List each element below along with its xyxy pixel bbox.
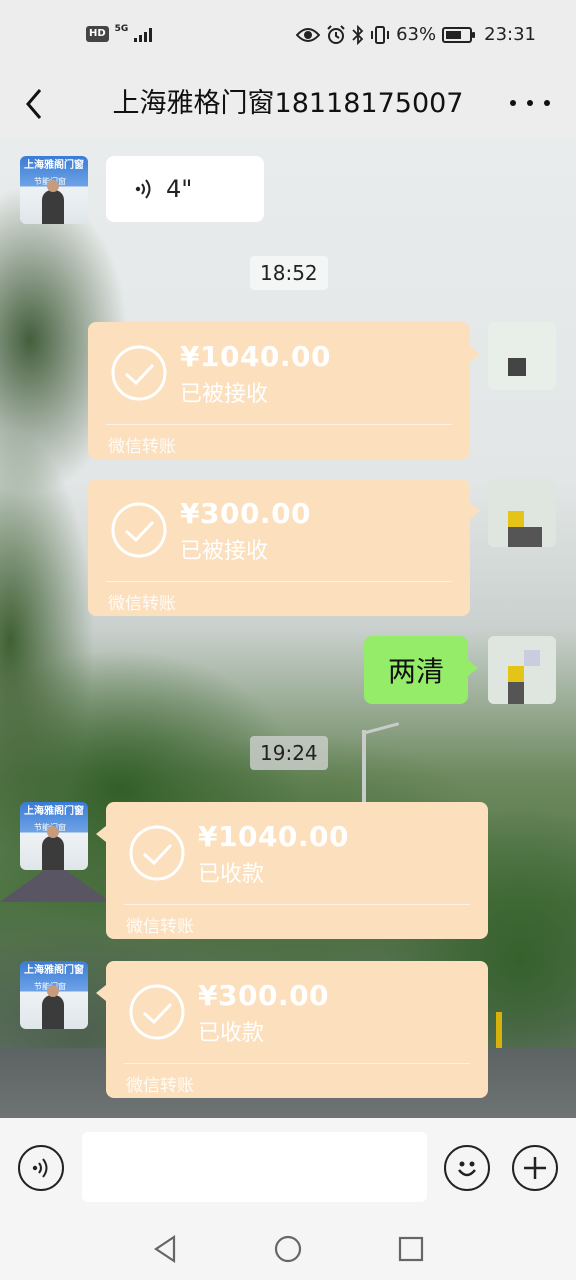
plus-icon [524,1157,546,1179]
eye-icon [296,27,321,42]
alarm-icon [327,24,345,44]
plus-button[interactable] [512,1145,558,1191]
network-type: 5G [114,23,129,34]
transfer-status: 已被接收 [180,539,269,564]
transfer-footer: 微信转账 [126,917,194,937]
my-avatar[interactable] [488,479,556,547]
transfer-status: 已被接收 [180,382,269,407]
transfer-message[interactable]: ¥300.00 已收款 微信转账 [96,961,488,1098]
battery-fill [446,30,461,39]
transfer-footer: 微信转账 [108,594,176,614]
status-time: 23:31 [484,24,536,45]
transfer-status: 已收款 [198,1021,265,1046]
transfer-amount: ¥1040.00 [180,340,332,373]
divider [124,904,470,905]
avatar-pixel [508,358,526,376]
nav-home-icon[interactable] [273,1234,303,1264]
input-bar [0,1118,576,1218]
avatar-pixel [508,666,524,682]
emoji-button[interactable] [444,1145,490,1191]
transfer-footer: 微信转账 [108,437,176,457]
status-bar: HD 5G 63% 23:31 [0,0,576,72]
avatar-pixel [508,527,542,547]
contact-avatar[interactable]: 上海雅阁门窗 节能门窗 [20,156,88,224]
emoji-icon [458,1161,476,1177]
chat-header: 上海雅格门窗18118175007 [0,72,576,140]
avatar-pixel [508,682,524,704]
voice-input-button[interactable] [18,1145,64,1191]
back-icon[interactable] [20,84,60,124]
avatar-person [42,826,64,870]
my-avatar[interactable] [488,322,556,390]
transfer-message[interactable]: ¥300.00 已被接收 微信转账 [88,479,480,616]
divider [106,424,452,425]
text-message[interactable]: 两清 [364,636,478,704]
status-left: HD 5G [86,23,156,42]
avatar-text: 上海雅阁门窗 [24,965,84,976]
transfer-amount: ¥300.00 [180,497,312,530]
nav-recents-icon[interactable] [396,1234,426,1264]
contact-avatar[interactable]: 上海雅阁门窗 节能门窗 [20,961,88,1029]
transfer-status: 已收款 [198,862,265,887]
more-icon[interactable] [510,88,550,118]
more-dot [510,100,516,106]
check-icon [111,345,167,401]
battery-percent: 63% [396,24,437,45]
check-icon [129,984,185,1040]
avatar-text: 上海雅阁门窗 [24,806,84,817]
message-input[interactable] [82,1132,427,1202]
avatar-pixel [524,650,540,666]
check-icon [129,825,185,881]
transfer-footer: 微信转账 [126,1076,194,1096]
transfer-amount: ¥1040.00 [198,820,350,853]
check-icon [111,502,167,558]
battery-icon [442,26,476,43]
chat-title: 上海雅格门窗18118175007 [112,88,464,119]
system-navigation [0,1218,576,1280]
avatar-person [42,180,64,224]
contact-avatar[interactable]: 上海雅阁门窗 节能门窗 [20,802,88,870]
more-dot [544,100,550,106]
background-lamp-arm [361,722,400,735]
status-right: 63% 23:31 [296,24,536,45]
transfer-amount: ¥300.00 [198,979,330,1012]
voice-icon [32,1158,48,1178]
transfer-message[interactable]: ¥1040.00 已被接收 微信转账 [88,322,480,459]
avatar-person [42,985,64,1029]
nav-back-icon[interactable] [150,1234,180,1264]
timestamp: 18:52 [250,256,328,290]
more-dot [527,100,533,106]
timestamp: 19:24 [250,736,328,770]
background-lamp [362,730,366,810]
divider [124,1063,470,1064]
transfer-message[interactable]: ¥1040.00 已收款 微信转账 [96,802,488,939]
voice-duration: 4" [166,175,193,203]
vibrate-icon [371,25,390,44]
hd-badge: HD [86,26,109,42]
signal-icon [134,28,153,42]
voice-message[interactable]: 4" [106,156,264,222]
avatar-text: 上海雅阁门窗 [24,160,84,171]
divider [106,581,452,582]
avatar-pixel [508,511,524,527]
my-avatar[interactable] [488,636,556,704]
bluetooth-icon [352,24,364,45]
voice-icon [135,179,151,199]
